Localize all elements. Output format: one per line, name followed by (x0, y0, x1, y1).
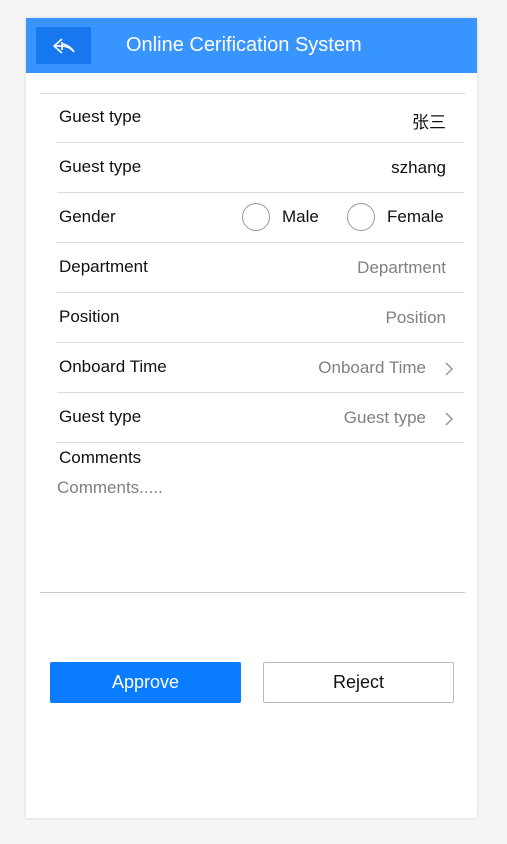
comments-label: Comments (59, 448, 142, 467)
form-row-username: Guest type szhang (26, 143, 477, 193)
guest-type-picker[interactable]: Guest type (344, 408, 426, 428)
chevron-right-icon (445, 362, 454, 376)
comments-textarea[interactable] (57, 478, 462, 588)
page-title: Online Cerification System (126, 34, 362, 56)
guest-name-label: Guest type (59, 107, 142, 126)
guest-type-label: Guest type (59, 407, 142, 426)
department-label: Department (59, 257, 148, 276)
position-label: Position (59, 307, 120, 326)
form-row-onboard-time[interactable]: Onboard Time Onboard Time (26, 343, 477, 393)
form-row-department: Department (26, 243, 477, 293)
form-row-gender: Gender Male Female (26, 193, 477, 243)
form-row-position: Position (26, 293, 477, 343)
form-row-guest-type[interactable]: Guest type Guest type (26, 393, 477, 443)
onboard-time-picker[interactable]: Onboard Time (318, 358, 426, 378)
gender-label: Gender (59, 207, 116, 226)
reject-button[interactable]: Reject (263, 662, 454, 703)
back-button[interactable] (36, 27, 91, 64)
app-header: Online Cerification System (26, 18, 477, 73)
onboard-time-label: Onboard Time (59, 357, 167, 376)
chevron-right-icon (445, 412, 454, 426)
row-divider (57, 442, 464, 443)
username-value: szhang (391, 158, 446, 177)
username-label: Guest type (59, 157, 142, 176)
department-input[interactable] (246, 258, 446, 278)
gender-male-label[interactable]: Male (282, 207, 319, 227)
guest-name-value: 张三 (412, 113, 446, 132)
gender-male-radio[interactable] (242, 203, 270, 231)
certification-card: Online Cerification System Guest type 张三… (26, 18, 477, 818)
gender-female-label[interactable]: Female (387, 207, 444, 227)
position-input[interactable] (246, 308, 446, 328)
gender-female-radio[interactable] (347, 203, 375, 231)
reply-arrow-icon (52, 37, 75, 54)
form-row-guest-name: Guest type 张三 (26, 93, 477, 143)
approve-button[interactable]: Approve (50, 662, 241, 703)
form-bottom-divider (40, 592, 465, 593)
